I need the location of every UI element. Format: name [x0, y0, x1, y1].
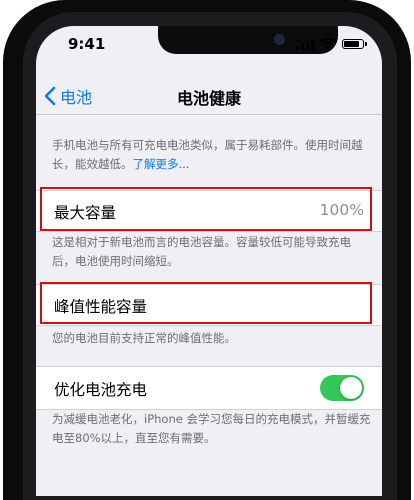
- status-bar: 9:41: [36, 26, 382, 70]
- peak-performance-row: 峰值性能容量: [36, 284, 382, 326]
- intro-text: 手机电池与所有可充电电池类似，属于易耗部件。使用时间越长，能效越低。: [52, 138, 363, 171]
- max-capacity-label: 最大容量: [54, 204, 117, 222]
- page-title: 电池健康: [176, 89, 241, 108]
- navigation-bar: 电池 电池健康: [36, 70, 382, 114]
- learn-more-link[interactable]: 了解更多...: [133, 157, 190, 171]
- status-icons: [296, 38, 367, 50]
- intro-description: 手机电池与所有可充电电池类似，属于易耗部件。使用时间越长，能效越低。了解更多..…: [52, 136, 372, 174]
- optimized-charging-description: 为减缓电池老化，iPhone 会学习您每日的充电模式，并暂缓充电至80%以上，直…: [52, 412, 371, 445]
- cellular-signal-icon: [296, 38, 314, 50]
- toggle-knob: [340, 377, 362, 399]
- screen: 9:41 电池 电池健康 手机电池与所有可充电电池类似，属于易耗部件。使用时间越…: [36, 26, 382, 496]
- peak-performance-description: 您的电池目前支持正常的峰值性能。: [52, 331, 236, 345]
- optimized-charging-toggle[interactable]: [320, 375, 364, 401]
- peak-performance-label: 峰值性能容量: [54, 298, 148, 316]
- max-capacity-row: 最大容量 100%: [36, 190, 382, 232]
- battery-icon: [342, 39, 367, 49]
- optimized-charging-row: 优化电池充电: [36, 366, 382, 410]
- max-capacity-value: 100%: [319, 201, 364, 219]
- max-capacity-description: 这是相对于新电池而言的电池容量。容量较低可能导致充电后，电池使用时间缩短。: [52, 235, 351, 268]
- optimized-charging-label: 优化电池充电: [54, 381, 148, 399]
- nav-divider: [36, 114, 382, 115]
- wifi-icon: [320, 38, 336, 50]
- status-time: 9:41: [68, 35, 106, 53]
